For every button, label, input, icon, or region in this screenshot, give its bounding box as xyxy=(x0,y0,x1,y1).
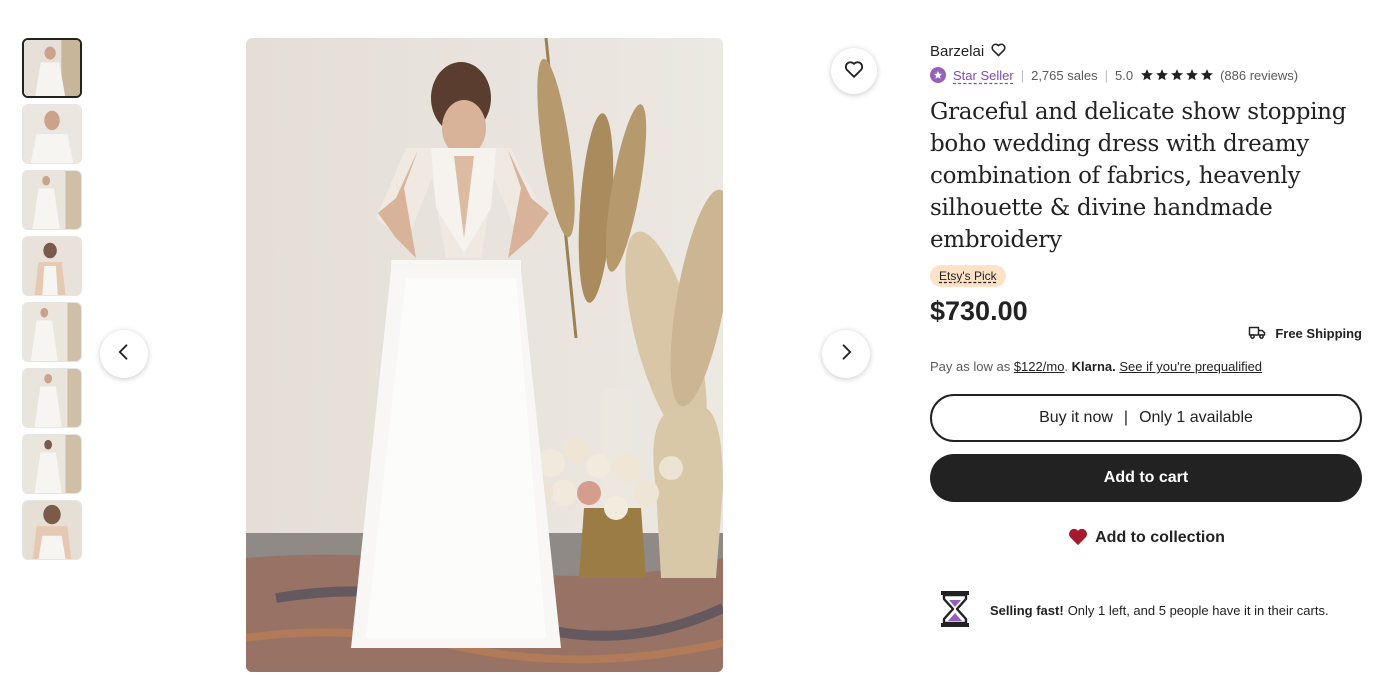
buy-it-now-label: Buy it now xyxy=(1039,409,1113,426)
free-shipping-label: Free Shipping xyxy=(1275,325,1362,341)
truck-icon xyxy=(1248,324,1275,343)
shop-name-link[interactable]: Barzelai xyxy=(930,43,984,60)
thumbnail-7[interactable] xyxy=(22,434,82,494)
star-icon xyxy=(1141,69,1153,81)
selling-fast-label: Selling fast! xyxy=(990,603,1064,618)
heart-icon xyxy=(843,58,865,85)
selling-fast-notice: Selling fast! Only 1 left, and 5 people h… xyxy=(930,590,1362,631)
star-icon xyxy=(1186,69,1198,81)
availability-label: Only 1 available xyxy=(1139,409,1253,426)
review-count-link[interactable]: (886 reviews) xyxy=(1220,68,1298,83)
klarna-amount-link[interactable]: $122/mo xyxy=(1014,359,1065,374)
chevron-right-icon xyxy=(836,342,856,367)
divider: | xyxy=(1104,67,1108,83)
star-icon xyxy=(1171,69,1183,81)
star-seller-badge-icon xyxy=(930,67,946,83)
add-to-cart-button[interactable]: Add to cart xyxy=(930,454,1362,502)
klarna-prequalify-link[interactable]: See if you're prequalified xyxy=(1119,359,1262,374)
previous-image-button[interactable] xyxy=(100,330,148,378)
etsys-pick-badge[interactable]: Etsy's Pick xyxy=(930,265,1006,287)
klarna-financing: Pay as low as $122/mo. Klarna. See if yo… xyxy=(930,359,1263,374)
add-to-collection-label: Add to collection xyxy=(1095,529,1225,546)
star-icon xyxy=(1201,69,1213,81)
thumbnail-list xyxy=(22,38,82,566)
favorite-button[interactable] xyxy=(831,48,877,94)
product-details-panel: Barzelai Star Seller | 2,765 sales | 5.0… xyxy=(930,40,1362,631)
selling-fast-text: Only 1 left, and 5 people have it in the… xyxy=(1067,603,1329,618)
thumbnail-3[interactable] xyxy=(22,170,82,230)
buy-it-now-button[interactable]: Buy it now | Only 1 available xyxy=(930,394,1362,442)
hourglass-icon xyxy=(940,590,970,631)
add-to-cart-label: Add to cart xyxy=(1103,469,1189,486)
shop-row: Barzelai xyxy=(930,40,1362,62)
rating-stars xyxy=(1140,68,1214,82)
thumbnail-4[interactable] xyxy=(22,236,82,296)
divider: | xyxy=(1123,409,1129,426)
follow-shop-heart-icon[interactable] xyxy=(990,41,1007,62)
klarna-brand: Klarna. xyxy=(1071,359,1116,374)
rating-value: 5.0 xyxy=(1114,67,1134,83)
klarna-prefix: Pay as low as xyxy=(930,359,1011,374)
star-seller-label[interactable]: Star Seller xyxy=(953,68,1014,83)
product-title: Graceful and delicate show stopping boho… xyxy=(930,99,1347,253)
thumbnail-6[interactable] xyxy=(22,368,82,428)
main-product-image[interactable] xyxy=(246,38,723,672)
thumbnail-8[interactable] xyxy=(22,500,82,560)
thumbnail-2[interactable] xyxy=(22,104,82,164)
star-icon xyxy=(1156,69,1168,81)
add-to-collection-button[interactable]: Add to collection xyxy=(930,526,1362,550)
next-image-button[interactable] xyxy=(822,330,870,378)
chevron-left-icon xyxy=(114,342,134,367)
seller-meta-row: Star Seller | 2,765 sales | 5.0 (886 rev… xyxy=(930,65,1362,85)
filled-heart-icon xyxy=(1067,526,1095,551)
thumbnail-5[interactable] xyxy=(22,302,82,362)
thumbnail-1[interactable] xyxy=(22,38,82,98)
sales-count: 2,765 sales xyxy=(1031,67,1098,83)
divider: | xyxy=(1020,67,1025,83)
